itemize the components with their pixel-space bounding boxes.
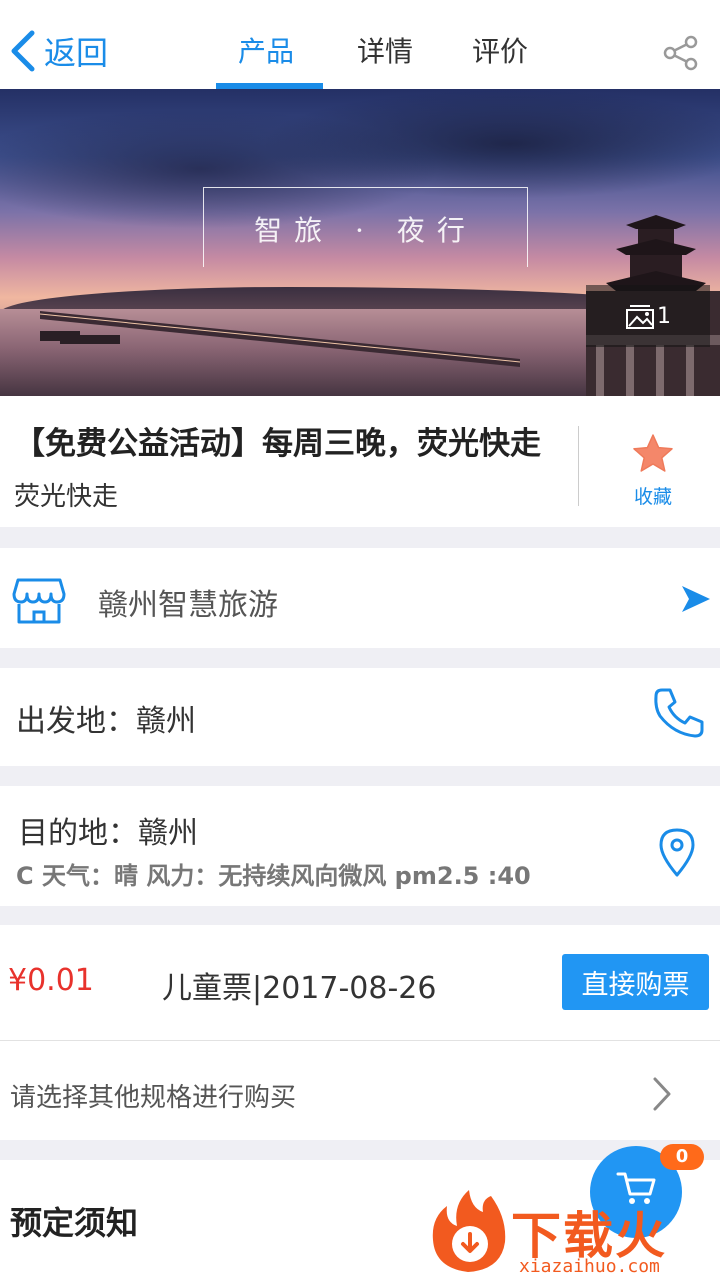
destination-text: 目的地：赣州 [18, 816, 198, 851]
departure-row: 出发地：赣州 [0, 668, 720, 766]
departure-text: 出发地：赣州 [16, 704, 196, 739]
buy-ticket-button[interactable]: 直接购票 [562, 954, 709, 1010]
watermark: 下载火 xiazaihuo.com [425, 1186, 720, 1280]
weather-info: C 天气：晴 风力：无持续风向微风 pm2.5 :40 [16, 862, 531, 890]
divider [578, 426, 579, 506]
favorite-button[interactable]: 收藏 [610, 432, 696, 509]
image-gallery-icon [626, 305, 654, 329]
product-subtitle: 荧光快走 [14, 482, 119, 512]
pontoon-bridge [40, 311, 520, 367]
chevron-right-icon[interactable] [650, 1075, 674, 1113]
ticket-description: 儿童票|2017-08-26 [162, 971, 437, 1006]
cart-count-badge: 0 [660, 1144, 704, 1170]
product-title-card: 【免费公益活动】每周三晚，荧光快走 荧光快走 收藏 [0, 396, 720, 527]
ticket-price: ¥0.01 [8, 963, 94, 998]
back-button[interactable]: 返回 [8, 26, 108, 76]
hero-title: 智旅 · 夜行 [254, 214, 477, 247]
divider [0, 1040, 720, 1041]
hero-cloud [260, 89, 720, 199]
back-label: 返回 [44, 34, 109, 72]
ticket-card: ¥0.01 儿童票|2017-08-26 直接购票 请选择其他规格进行购买 [0, 925, 720, 1140]
share-icon[interactable] [662, 34, 700, 72]
star-icon [633, 434, 673, 472]
watermark-domain: xiazaihuo.com [519, 1256, 660, 1277]
hero-banner-image[interactable]: 智旅 · 夜行 1 [0, 89, 720, 396]
photo-count-button[interactable]: 1 [586, 285, 710, 347]
favorite-label: 收藏 [633, 486, 672, 508]
tab-details[interactable]: 详情 [357, 30, 413, 70]
destination-row: 目的地：赣州 C 天气：晴 风力：无持续风向微风 pm2.5 :40 [0, 786, 720, 906]
location-pin-icon[interactable] [656, 826, 698, 878]
photo-count: 1 [657, 303, 671, 329]
flame-logo-icon [432, 1190, 506, 1272]
product-title: 【免费公益活动】每周三晚，荧光快走 [14, 426, 541, 462]
shop-name: 赣州智慧旅游 [98, 588, 278, 623]
phone-icon[interactable] [652, 686, 706, 740]
tab-reviews[interactable]: 评价 [472, 30, 528, 70]
shop-row[interactable]: 赣州智慧旅游 [0, 548, 720, 648]
tab-product[interactable]: 产品 [238, 30, 294, 70]
top-nav: 返回 产品 详情 评价 [0, 6, 720, 89]
store-icon [12, 578, 66, 624]
other-spec-link[interactable]: 请选择其他规格进行购买 [10, 1077, 296, 1114]
send-arrow-icon [682, 586, 710, 612]
chevron-left-icon [11, 30, 35, 72]
booking-notice-title: 预定须知 [10, 1204, 139, 1242]
